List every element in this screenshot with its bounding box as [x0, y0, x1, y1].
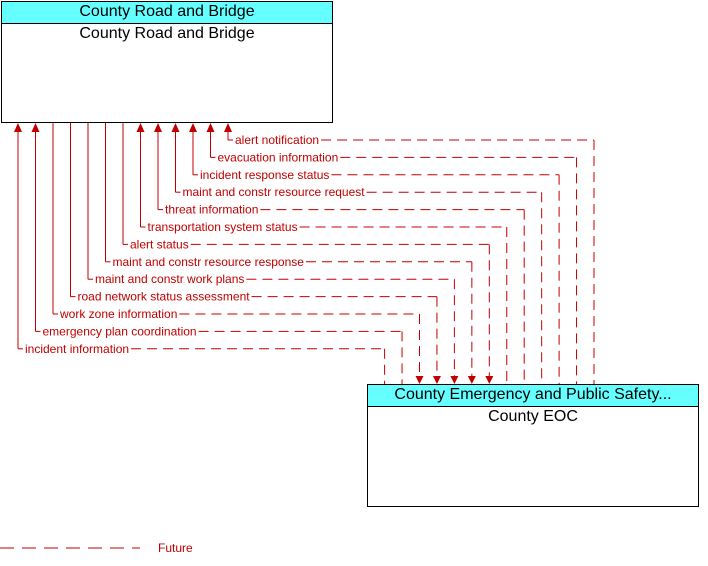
flow-label: maint and constr resource response — [113, 255, 305, 269]
arrow-down-icon — [415, 376, 424, 384]
arrow-up-icon — [14, 123, 22, 132]
arrow-up-icon — [171, 123, 180, 132]
flow-label: alert notification — [235, 133, 319, 147]
arrow-up-icon — [136, 123, 145, 132]
flow-label: incident response status — [200, 168, 329, 182]
flow-label: incident information — [25, 342, 129, 356]
arrow-down-icon — [467, 376, 476, 384]
arrow-up-icon — [189, 123, 197, 132]
arrow-up-icon — [154, 123, 162, 132]
arrow-up-icon — [224, 123, 232, 132]
flow-lines: alert notification evacuation information… — [0, 123, 595, 549]
flow-label: maint and constr work plans — [95, 272, 244, 286]
legend-future-label: Future — [158, 541, 193, 555]
arrow-down-icon — [485, 376, 494, 384]
flow-label: road network status assessment — [78, 290, 251, 304]
flow-label: work zone information — [59, 307, 177, 321]
arrow-up-icon — [206, 123, 215, 132]
flow-label: maint and constr resource request — [183, 185, 366, 199]
arrow-down-icon — [450, 376, 459, 384]
flow-label: evacuation information — [218, 150, 339, 164]
flow-label: alert status — [130, 237, 189, 251]
arrow-up-icon — [31, 123, 40, 132]
flow-label: emergency plan coordination — [43, 324, 197, 338]
arrow-down-icon — [432, 376, 441, 384]
flow-label: transportation system status — [148, 220, 298, 234]
flow-label: threat information — [165, 203, 258, 217]
